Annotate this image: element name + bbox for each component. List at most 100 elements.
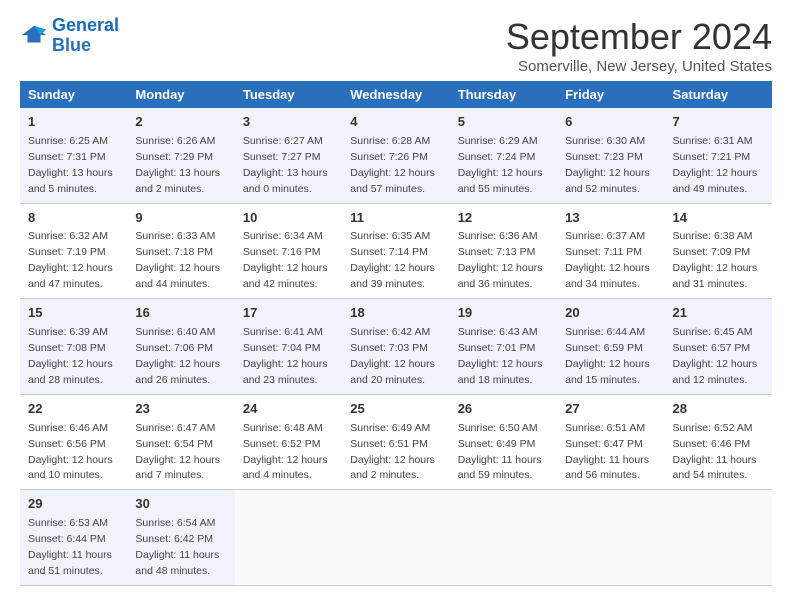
column-header-saturday: Saturday	[665, 81, 772, 108]
calendar-cell: 26 Sunrise: 6:50 AMSunset: 6:49 PMDaylig…	[450, 394, 557, 490]
day-number: 2	[135, 113, 226, 132]
calendar-cell: 17 Sunrise: 6:41 AMSunset: 7:04 PMDaylig…	[235, 299, 342, 395]
day-number: 30	[135, 495, 226, 514]
title-block: September 2024 Somerville, New Jersey, U…	[506, 16, 772, 75]
day-info: Sunrise: 6:29 AMSunset: 7:24 PMDaylight:…	[458, 135, 543, 195]
calendar-cell: 10 Sunrise: 6:34 AMSunset: 7:16 PMDaylig…	[235, 203, 342, 299]
calendar-cell: 24 Sunrise: 6:48 AMSunset: 6:52 PMDaylig…	[235, 394, 342, 490]
day-number: 16	[135, 304, 226, 323]
calendar-cell	[342, 490, 449, 586]
day-number: 4	[350, 113, 441, 132]
day-number: 1	[28, 113, 119, 132]
day-number: 26	[458, 400, 549, 419]
calendar-cell: 1 Sunrise: 6:25 AMSunset: 7:31 PMDayligh…	[20, 108, 127, 203]
calendar-cell: 22 Sunrise: 6:46 AMSunset: 6:56 PMDaylig…	[20, 394, 127, 490]
day-number: 10	[243, 209, 334, 228]
week-row-2: 8 Sunrise: 6:32 AMSunset: 7:19 PMDayligh…	[20, 203, 772, 299]
calendar-cell: 15 Sunrise: 6:39 AMSunset: 7:08 PMDaylig…	[20, 299, 127, 395]
calendar-cell: 5 Sunrise: 6:29 AMSunset: 7:24 PMDayligh…	[450, 108, 557, 203]
month-title: September 2024	[506, 16, 772, 58]
day-number: 24	[243, 400, 334, 419]
logo-icon	[20, 22, 48, 50]
calendar-cell: 14 Sunrise: 6:38 AMSunset: 7:09 PMDaylig…	[665, 203, 772, 299]
day-info: Sunrise: 6:49 AMSunset: 6:51 PMDaylight:…	[350, 422, 435, 482]
calendar-cell: 29 Sunrise: 6:53 AMSunset: 6:44 PMDaylig…	[20, 490, 127, 586]
day-info: Sunrise: 6:43 AMSunset: 7:01 PMDaylight:…	[458, 326, 543, 386]
day-info: Sunrise: 6:31 AMSunset: 7:21 PMDaylight:…	[673, 135, 758, 195]
calendar-cell: 28 Sunrise: 6:52 AMSunset: 6:46 PMDaylig…	[665, 394, 772, 490]
day-number: 17	[243, 304, 334, 323]
day-number: 22	[28, 400, 119, 419]
calendar-cell: 13 Sunrise: 6:37 AMSunset: 7:11 PMDaylig…	[557, 203, 664, 299]
day-info: Sunrise: 6:51 AMSunset: 6:47 PMDaylight:…	[565, 422, 649, 482]
day-number: 12	[458, 209, 549, 228]
day-number: 19	[458, 304, 549, 323]
day-number: 15	[28, 304, 119, 323]
calendar-cell: 2 Sunrise: 6:26 AMSunset: 7:29 PMDayligh…	[127, 108, 234, 203]
column-header-friday: Friday	[557, 81, 664, 108]
day-number: 8	[28, 209, 119, 228]
logo-text: General Blue	[52, 16, 119, 56]
calendar-cell: 7 Sunrise: 6:31 AMSunset: 7:21 PMDayligh…	[665, 108, 772, 203]
day-info: Sunrise: 6:36 AMSunset: 7:13 PMDaylight:…	[458, 230, 543, 290]
location: Somerville, New Jersey, United States	[506, 58, 772, 75]
day-info: Sunrise: 6:48 AMSunset: 6:52 PMDaylight:…	[243, 422, 328, 482]
calendar-cell: 4 Sunrise: 6:28 AMSunset: 7:26 PMDayligh…	[342, 108, 449, 203]
day-info: Sunrise: 6:38 AMSunset: 7:09 PMDaylight:…	[673, 230, 758, 290]
calendar-cell: 21 Sunrise: 6:45 AMSunset: 6:57 PMDaylig…	[665, 299, 772, 395]
day-number: 21	[673, 304, 764, 323]
day-info: Sunrise: 6:32 AMSunset: 7:19 PMDaylight:…	[28, 230, 113, 290]
day-number: 20	[565, 304, 656, 323]
day-info: Sunrise: 6:50 AMSunset: 6:49 PMDaylight:…	[458, 422, 542, 482]
day-info: Sunrise: 6:28 AMSunset: 7:26 PMDaylight:…	[350, 135, 435, 195]
day-number: 11	[350, 209, 441, 228]
day-info: Sunrise: 6:35 AMSunset: 7:14 PMDaylight:…	[350, 230, 435, 290]
day-info: Sunrise: 6:39 AMSunset: 7:08 PMDaylight:…	[28, 326, 113, 386]
week-row-1: 1 Sunrise: 6:25 AMSunset: 7:31 PMDayligh…	[20, 108, 772, 203]
day-number: 9	[135, 209, 226, 228]
day-number: 6	[565, 113, 656, 132]
day-number: 7	[673, 113, 764, 132]
day-info: Sunrise: 6:34 AMSunset: 7:16 PMDaylight:…	[243, 230, 328, 290]
day-number: 18	[350, 304, 441, 323]
calendar-cell: 20 Sunrise: 6:44 AMSunset: 6:59 PMDaylig…	[557, 299, 664, 395]
day-info: Sunrise: 6:37 AMSunset: 7:11 PMDaylight:…	[565, 230, 650, 290]
week-row-4: 22 Sunrise: 6:46 AMSunset: 6:56 PMDaylig…	[20, 394, 772, 490]
calendar-cell: 6 Sunrise: 6:30 AMSunset: 7:23 PMDayligh…	[557, 108, 664, 203]
day-info: Sunrise: 6:40 AMSunset: 7:06 PMDaylight:…	[135, 326, 220, 386]
day-info: Sunrise: 6:41 AMSunset: 7:04 PMDaylight:…	[243, 326, 328, 386]
column-header-tuesday: Tuesday	[235, 81, 342, 108]
calendar-cell: 23 Sunrise: 6:47 AMSunset: 6:54 PMDaylig…	[127, 394, 234, 490]
day-info: Sunrise: 6:52 AMSunset: 6:46 PMDaylight:…	[673, 422, 757, 482]
week-row-3: 15 Sunrise: 6:39 AMSunset: 7:08 PMDaylig…	[20, 299, 772, 395]
calendar-cell	[665, 490, 772, 586]
day-number: 5	[458, 113, 549, 132]
calendar-cell: 8 Sunrise: 6:32 AMSunset: 7:19 PMDayligh…	[20, 203, 127, 299]
calendar-cell: 3 Sunrise: 6:27 AMSunset: 7:27 PMDayligh…	[235, 108, 342, 203]
day-info: Sunrise: 6:45 AMSunset: 6:57 PMDaylight:…	[673, 326, 758, 386]
calendar-cell: 19 Sunrise: 6:43 AMSunset: 7:01 PMDaylig…	[450, 299, 557, 395]
day-info: Sunrise: 6:44 AMSunset: 6:59 PMDaylight:…	[565, 326, 650, 386]
day-number: 3	[243, 113, 334, 132]
calendar-cell: 11 Sunrise: 6:35 AMSunset: 7:14 PMDaylig…	[342, 203, 449, 299]
page-header: General Blue September 2024 Somerville, …	[20, 16, 772, 75]
calendar-cell	[557, 490, 664, 586]
calendar-cell	[235, 490, 342, 586]
week-row-5: 29 Sunrise: 6:53 AMSunset: 6:44 PMDaylig…	[20, 490, 772, 586]
calendar-cell: 27 Sunrise: 6:51 AMSunset: 6:47 PMDaylig…	[557, 394, 664, 490]
day-info: Sunrise: 6:30 AMSunset: 7:23 PMDaylight:…	[565, 135, 650, 195]
calendar-cell: 30 Sunrise: 6:54 AMSunset: 6:42 PMDaylig…	[127, 490, 234, 586]
day-info: Sunrise: 6:33 AMSunset: 7:18 PMDaylight:…	[135, 230, 220, 290]
column-header-wednesday: Wednesday	[342, 81, 449, 108]
day-info: Sunrise: 6:47 AMSunset: 6:54 PMDaylight:…	[135, 422, 220, 482]
day-info: Sunrise: 6:26 AMSunset: 7:29 PMDaylight:…	[135, 135, 220, 195]
logo: General Blue	[20, 16, 119, 56]
column-header-sunday: Sunday	[20, 81, 127, 108]
day-number: 27	[565, 400, 656, 419]
day-number: 14	[673, 209, 764, 228]
calendar-cell: 25 Sunrise: 6:49 AMSunset: 6:51 PMDaylig…	[342, 394, 449, 490]
day-info: Sunrise: 6:54 AMSunset: 6:42 PMDaylight:…	[135, 517, 219, 577]
column-header-monday: Monday	[127, 81, 234, 108]
calendar-cell: 12 Sunrise: 6:36 AMSunset: 7:13 PMDaylig…	[450, 203, 557, 299]
day-number: 28	[673, 400, 764, 419]
